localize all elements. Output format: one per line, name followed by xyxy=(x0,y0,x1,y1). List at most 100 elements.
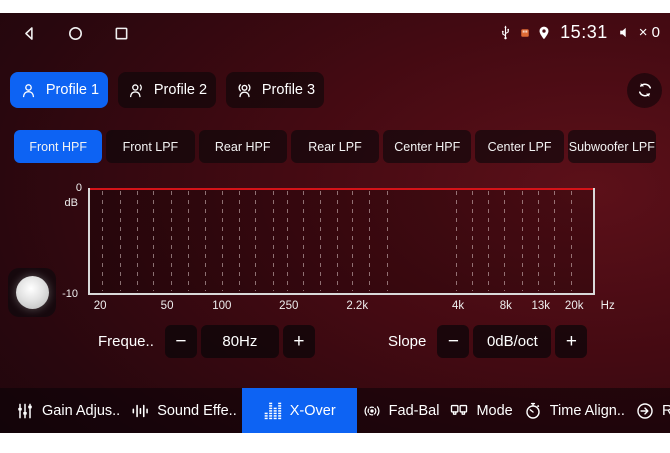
gridline xyxy=(538,191,539,291)
slope-value: 0dB/oct xyxy=(473,325,551,358)
filter-tabs: Front HPFFront LPFRear HPFRear LPFCenter… xyxy=(14,130,656,163)
x-tick-label: 20k xyxy=(565,300,584,312)
filter-tab-subwoofer-lpf[interactable]: Subwoofer LPF xyxy=(568,130,656,163)
gridline xyxy=(571,191,572,291)
x-tick-label: 2.2k xyxy=(346,300,368,312)
frequency-control: Freque.. − 80Hz + xyxy=(98,325,315,358)
response-curve xyxy=(90,188,593,190)
profile-tab-label: Profile 3 xyxy=(262,82,315,98)
profile-user3-icon xyxy=(235,81,254,100)
filter-tab-rear-hpf[interactable]: Rear HPF xyxy=(199,130,287,163)
gridline xyxy=(303,191,304,291)
gridline xyxy=(287,191,288,291)
nav-item-x-over[interactable]: X-Over xyxy=(242,388,357,433)
recents-icon[interactable] xyxy=(112,24,131,43)
nav-item-label: Return xyxy=(662,403,670,419)
gridline xyxy=(352,191,353,291)
profile-tab-label: Profile 2 xyxy=(154,82,207,98)
profile-tab-2[interactable]: Profile 2 xyxy=(118,72,216,108)
slope-label: Slope xyxy=(388,333,426,350)
x-axis-unit-label: Hz xyxy=(601,300,615,312)
gridline xyxy=(255,191,256,291)
gridline xyxy=(239,191,240,291)
y-axis-unit-label: dB xyxy=(54,197,78,209)
frequency-plus-button[interactable]: + xyxy=(283,325,315,358)
profile-user2-icon xyxy=(127,81,146,100)
gridline xyxy=(205,191,206,291)
gridline xyxy=(320,191,321,291)
nav-item-return[interactable]: Return xyxy=(630,388,670,433)
fad-bal-icon xyxy=(362,401,382,421)
head-unit-screen: 15:31 × 0 Profile 1 Profile 2 Profile 3 Fr… xyxy=(0,13,670,433)
gridline xyxy=(188,191,189,291)
x-tick-label: 50 xyxy=(161,300,174,312)
volume-level: × 0 xyxy=(639,24,660,41)
gridline xyxy=(222,191,223,291)
home-icon[interactable] xyxy=(66,24,85,43)
usb-icon xyxy=(497,24,514,41)
clock: 15:31 xyxy=(560,22,608,43)
back-icon[interactable] xyxy=(20,24,39,43)
filter-tab-front-lpf[interactable]: Front LPF xyxy=(106,130,194,163)
nav-item-fad-bal[interactable]: Fad-Bal xyxy=(357,388,445,433)
gridline xyxy=(488,191,489,291)
slope-minus-button[interactable]: − xyxy=(437,325,469,358)
x-tick-label: 100 xyxy=(212,300,231,312)
knob-dial xyxy=(16,276,49,309)
bottom-nav: Gain Adjus.. Sound Effe.. X-Over Fad-Bal Mod… xyxy=(0,388,670,433)
volume-knob[interactable] xyxy=(8,268,56,317)
gridline xyxy=(273,191,274,291)
gridline xyxy=(554,191,555,291)
nav-item-gain-adjus[interactable]: Gain Adjus.. xyxy=(10,388,125,433)
x-tick-label: 20 xyxy=(94,300,107,312)
gridline xyxy=(102,191,103,291)
frequency-value: 80Hz xyxy=(201,325,279,358)
android-nav xyxy=(20,24,131,43)
nav-item-time-align[interactable]: Time Align.. xyxy=(518,388,630,433)
gridline xyxy=(456,191,457,291)
x-over-icon xyxy=(263,401,283,421)
gridline xyxy=(369,191,370,291)
device-frame: 15:31 × 0 Profile 1 Profile 2 Profile 3 Fr… xyxy=(0,0,670,453)
sd-card-icon xyxy=(519,27,531,39)
y-axis-bottom-label: -10 xyxy=(54,288,78,300)
gridline xyxy=(504,191,505,291)
x-axis-ticks: 20501002502.2k4k8k13k20kHz xyxy=(88,300,595,314)
nav-item-label: X-Over xyxy=(290,403,336,419)
nav-item-mode[interactable]: Mode xyxy=(444,388,517,433)
nav-item-label: Mode xyxy=(476,403,512,419)
filter-tab-rear-lpf[interactable]: Rear LPF xyxy=(291,130,379,163)
frequency-minus-button[interactable]: − xyxy=(165,325,197,358)
profile-user-icon xyxy=(19,81,38,100)
refresh-button[interactable] xyxy=(627,73,662,108)
y-axis-top-label: 0 xyxy=(58,182,82,194)
mute-icon xyxy=(617,24,634,41)
gridline xyxy=(120,191,121,291)
profile-tab-3[interactable]: Profile 3 xyxy=(226,72,324,108)
nav-item-label: Fad-Bal xyxy=(389,403,440,419)
gridline xyxy=(337,191,338,291)
nav-item-label: Gain Adjus.. xyxy=(42,403,120,419)
refresh-icon xyxy=(635,80,655,100)
status-indicators: 15:31 × 0 xyxy=(497,22,660,43)
gridline xyxy=(522,191,523,291)
nav-item-sound-effe[interactable]: Sound Effe.. xyxy=(125,388,242,433)
frequency-label: Freque.. xyxy=(98,333,154,350)
slope-plus-button[interactable]: + xyxy=(555,325,587,358)
filter-tab-center-lpf[interactable]: Center LPF xyxy=(475,130,563,163)
x-tick-label: 13k xyxy=(531,300,550,312)
nav-item-label: Sound Effe.. xyxy=(157,403,237,419)
gridline xyxy=(137,191,138,291)
time-align-icon xyxy=(523,401,543,421)
slope-control: Slope − 0dB/oct + xyxy=(388,325,587,358)
profile-tab-label: Profile 1 xyxy=(46,82,99,98)
gridline xyxy=(472,191,473,291)
sound-effects-icon xyxy=(130,401,150,421)
filter-tab-center-hpf[interactable]: Center HPF xyxy=(383,130,471,163)
profile-tab-1[interactable]: Profile 1 xyxy=(10,72,108,108)
filter-tab-front-hpf[interactable]: Front HPF xyxy=(14,130,102,163)
x-tick-label: 8k xyxy=(500,300,512,312)
location-icon xyxy=(536,25,552,41)
mode-icon xyxy=(449,401,469,421)
nav-item-label: Time Align.. xyxy=(550,403,625,419)
